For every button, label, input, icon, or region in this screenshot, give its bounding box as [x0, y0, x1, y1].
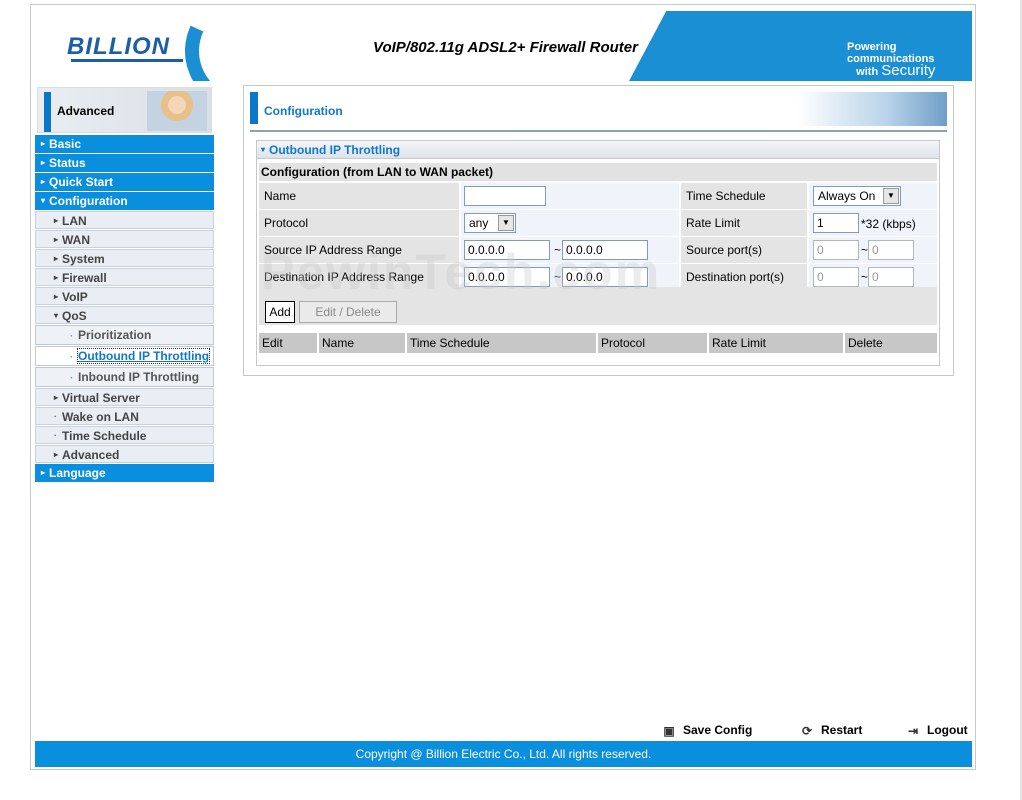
chevron-right-icon: ▸ — [41, 468, 46, 477]
sidebar-item-qos[interactable]: ▾ QoS — [35, 306, 214, 324]
section-title[interactable]: ▾ Outbound IP Throttling — [257, 141, 939, 159]
chevron-right-icon: ▸ — [54, 450, 59, 459]
column-header-name: Name — [319, 333, 407, 353]
subsection-title: Configuration (from LAN to WAN packet) — [259, 163, 937, 181]
action-bar: Add Edit / Delete — [259, 287, 937, 325]
chevron-right-icon: ▸ — [54, 393, 59, 402]
sidebar-banner: Advanced — [37, 87, 212, 133]
chevron-right-icon: ▸ — [54, 273, 59, 282]
source-port-start-input[interactable] — [813, 240, 859, 260]
chevron-right-icon: ▸ — [54, 292, 59, 301]
main-panel: Configuration ▾ Outbound IP Throttling Co… — [243, 85, 954, 376]
protocol-label: Protocol — [259, 210, 459, 236]
router-admin-frame: BILLION VoIP/802.11g ADSL2+ Firewall Rou… — [30, 4, 976, 770]
source-port-end-input[interactable] — [868, 240, 914, 260]
range-separator: ~ — [554, 270, 562, 284]
column-header-time-schedule: Time Schedule — [407, 333, 598, 353]
time-schedule-select[interactable]: Always On ▼ — [813, 186, 901, 206]
product-title: VoIP/802.11g ADSL2+ Firewall Router — [373, 39, 638, 56]
sidebar-item-time-schedule[interactable]: · Time Schedule — [35, 426, 214, 444]
edit-delete-button[interactable]: Edit / Delete — [299, 301, 397, 323]
sidebar-item-lan[interactable]: ▸ LAN — [35, 211, 214, 229]
bullet-icon: · — [70, 352, 74, 363]
add-button[interactable]: Add — [265, 301, 295, 323]
sidebar-item-outbound-ip-throttling[interactable]: · Outbound IP Throttling — [35, 346, 214, 366]
floppy-disk-icon: ▣ — [663, 723, 675, 738]
save-config-button[interactable]: ▣ Save Config — [661, 719, 752, 741]
sidebar-item-virtual-server[interactable]: ▸ Virtual Server — [35, 388, 214, 406]
sidebar-item-basic[interactable]: ▸ Basic — [35, 135, 214, 153]
range-separator: ~ — [861, 243, 869, 257]
rate-limit-label: Rate Limit — [681, 210, 807, 236]
source-ip-start-input[interactable] — [464, 240, 550, 260]
destination-port-end-input[interactable] — [868, 267, 914, 287]
sidebar-item-wan[interactable]: ▸ WAN — [35, 230, 214, 248]
footer: Copyright @ Billion Electric Co., Ltd. A… — [35, 741, 972, 767]
range-separator: ~ — [861, 270, 869, 284]
dropdown-arrow-icon: ▼ — [498, 215, 514, 231]
billion-logo: BILLION — [67, 33, 170, 60]
time-schedule-label: Time Schedule — [681, 183, 807, 209]
sidebar-item-quick-start[interactable]: ▸ Quick Start — [35, 173, 214, 191]
source-ip-label: Source IP Address Range — [259, 237, 459, 263]
bullet-icon: · — [70, 373, 74, 384]
protocol-select[interactable]: any ▼ — [464, 213, 516, 233]
restart-button[interactable]: ⟳ Restart — [799, 719, 862, 741]
name-input[interactable] — [464, 186, 546, 206]
source-ip-end-input[interactable] — [562, 240, 648, 260]
sidebar-item-wake-on-lan[interactable]: · Wake on LAN — [35, 407, 214, 425]
sidebar-item-prioritization[interactable]: · Prioritization — [35, 325, 214, 345]
rules-table-header: Edit Name Time Schedule Protocol Rate Li… — [259, 333, 937, 353]
chevron-right-icon: ▸ — [54, 254, 59, 263]
chevron-down-icon: ▾ — [41, 196, 46, 205]
sidebar-item-voip[interactable]: ▸ VoIP — [35, 287, 214, 305]
tagline: Powering communications with Security — [847, 41, 936, 79]
chevron-down-icon: ▾ — [261, 145, 266, 154]
page-header: Configuration — [250, 92, 947, 132]
rate-limit-input[interactable] — [813, 213, 859, 233]
chevron-right-icon: ▸ — [54, 235, 59, 244]
banner-photo — [147, 91, 207, 131]
chevron-down-icon: ▾ — [54, 311, 59, 320]
column-header-protocol: Protocol — [598, 333, 709, 353]
bullet-icon: · — [54, 431, 57, 440]
bullet-icon: · — [54, 412, 57, 421]
chevron-right-icon: ▸ — [41, 139, 46, 148]
header-banner: BILLION VoIP/802.11g ADSL2+ Firewall Rou… — [35, 11, 972, 81]
destination-ip-start-input[interactable] — [464, 267, 550, 287]
bullet-icon: · — [70, 331, 74, 342]
logout-icon: ⇥ — [907, 723, 919, 738]
toolbar: ▣ Save Config ⟳ Restart ⇥ Logout — [661, 719, 1001, 741]
form-row-source: Source IP Address Range ~ Source port(s)… — [259, 237, 937, 263]
sidebar-banner-label: Advanced — [57, 104, 115, 118]
column-header-rate-limit: Rate Limit — [709, 333, 845, 353]
source-port-label: Source port(s) — [681, 237, 807, 263]
destination-ip-end-input[interactable] — [562, 267, 648, 287]
sidebar-item-inbound-ip-throttling[interactable]: · Inbound IP Throttling — [35, 367, 214, 387]
outbound-ip-throttling-section: ▾ Outbound IP Throttling Configuration (f… — [256, 140, 940, 366]
chevron-right-icon: ▸ — [41, 158, 46, 167]
sidebar-item-status[interactable]: ▸ Status — [35, 154, 214, 172]
sidebar-item-system[interactable]: ▸ System — [35, 249, 214, 267]
range-separator: ~ — [554, 243, 562, 257]
header-image — [797, 92, 947, 126]
column-header-edit: Edit — [259, 333, 319, 353]
restart-icon: ⟳ — [801, 723, 813, 738]
page-title: Configuration — [264, 104, 343, 118]
name-label: Name — [259, 183, 459, 209]
dropdown-arrow-icon: ▼ — [883, 188, 899, 204]
logout-button[interactable]: ⇥ Logout — [905, 719, 968, 741]
destination-port-start-input[interactable] — [813, 267, 859, 287]
chevron-right-icon: ▸ — [41, 177, 46, 186]
form-row-protocol: Protocol any▼ Rate Limit *32 (kbps) — [259, 210, 937, 236]
rate-limit-unit: *32 (kbps) — [861, 217, 916, 231]
column-header-delete: Delete — [845, 333, 937, 353]
sidebar-item-configuration[interactable]: ▾ Configuration — [35, 192, 214, 210]
sidebar-nav: ▸ Basic ▸ Status ▸ Quick Start ▾ Configurati… — [35, 135, 214, 483]
form-row-name: Name Time Schedule Always On ▼ — [259, 183, 937, 209]
sidebar-item-advanced[interactable]: ▸ Advanced — [35, 445, 214, 463]
chevron-right-icon: ▸ — [54, 216, 59, 225]
sidebar-item-language[interactable]: ▸ Language — [35, 464, 214, 482]
sidebar-item-firewall[interactable]: ▸ Firewall — [35, 268, 214, 286]
